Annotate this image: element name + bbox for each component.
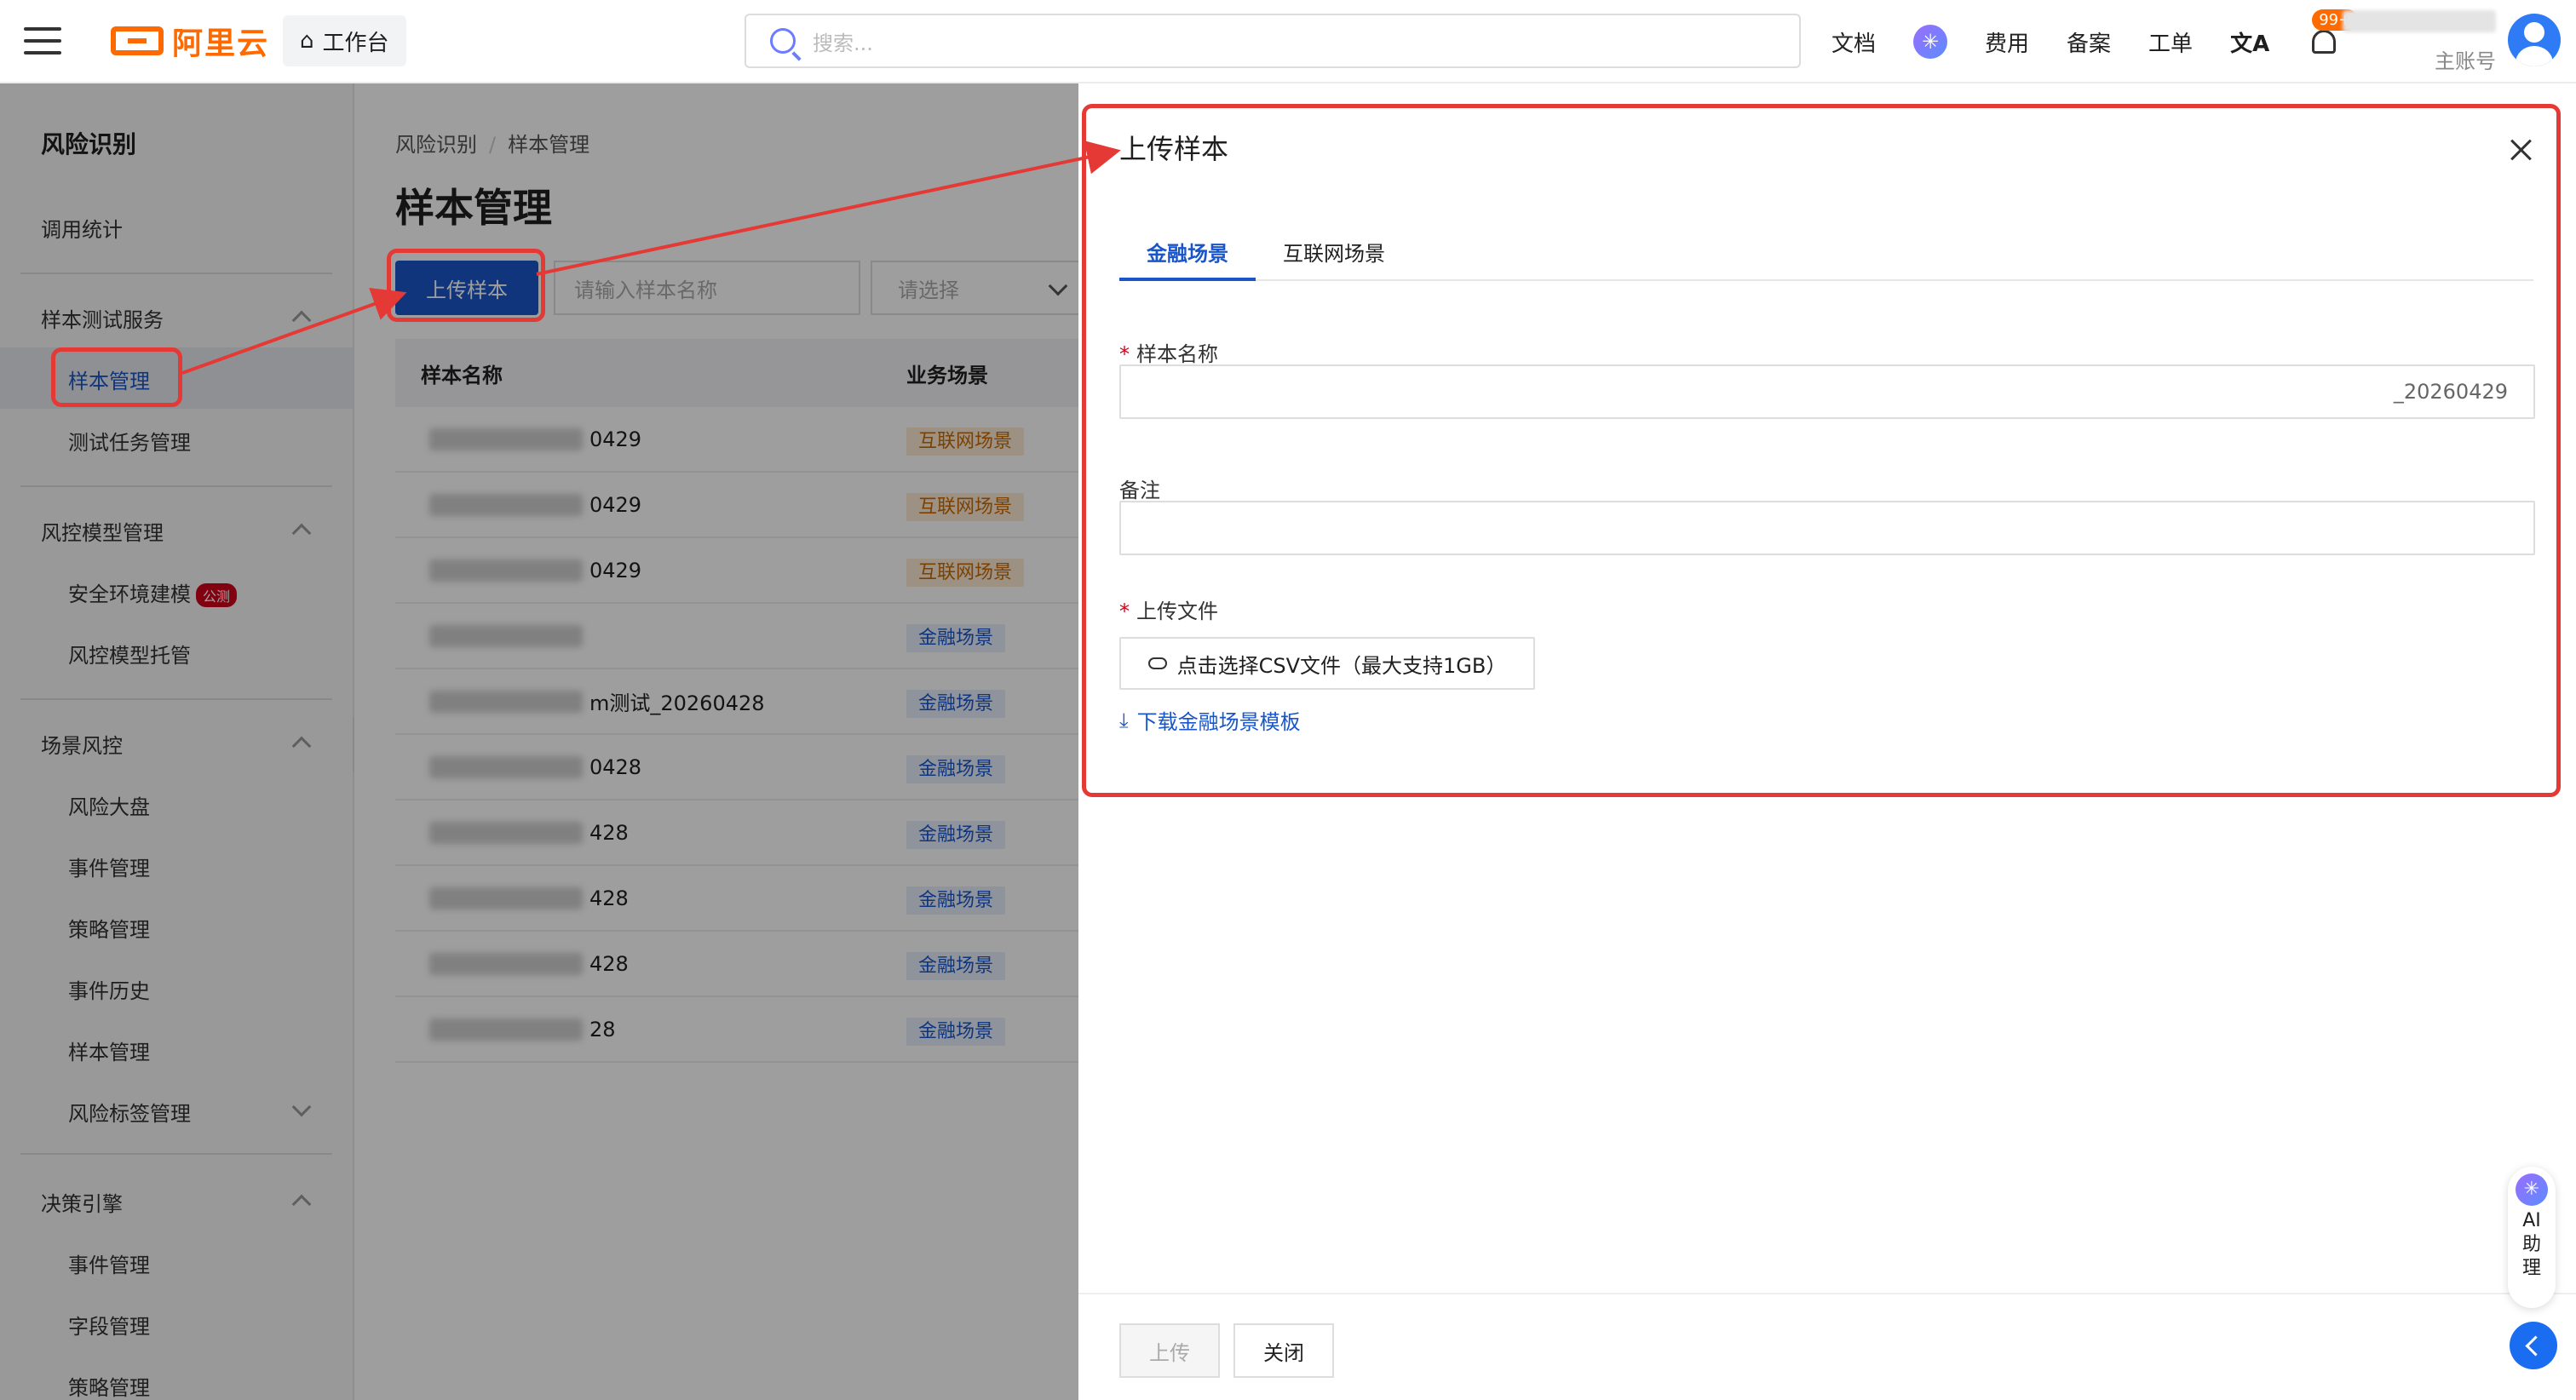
search-icon <box>770 28 796 54</box>
ai-assistant-float[interactable]: ✳ AI 助 理 <box>2508 1167 2556 1308</box>
avatar[interactable] <box>2508 14 2561 66</box>
icp-link[interactable]: 备案 <box>2067 26 2111 58</box>
account-name-redacted <box>2343 10 2496 32</box>
highlight-box-drawer <box>1082 104 2561 797</box>
billing-link[interactable]: 费用 <box>1985 26 2029 58</box>
logo-mark-icon <box>111 26 164 55</box>
ai-label-line: 助 <box>2521 1234 2541 1255</box>
highlight-box-sidebar <box>51 347 182 407</box>
account-type: 主账号 <box>2435 49 2496 73</box>
highlight-box-upload-button <box>387 249 545 322</box>
docs-link[interactable]: 文档 <box>1831 26 1876 58</box>
top-bar: 阿里云 ⌂ 工作台 搜索... 文档 ✳ 费用 备案 工单 文A 99+ 主账号 <box>0 0 2576 83</box>
ticket-link[interactable]: 工单 <box>2148 26 2193 58</box>
top-links: 文档 ✳ 费用 备案 工单 文A 99+ <box>1831 0 2378 83</box>
workbench-label: 工作台 <box>322 30 389 56</box>
aliyun-logo[interactable]: 阿里云 <box>111 20 269 61</box>
search-placeholder: 搜索... <box>813 31 873 55</box>
search-input[interactable]: 搜索... <box>745 14 1801 68</box>
collapse-float-button[interactable] <box>2510 1322 2557 1369</box>
submit-upload-button[interactable]: 上传 <box>1119 1323 1220 1378</box>
ai-assistant-icon: ✳ <box>2516 1173 2548 1206</box>
language-icon[interactable]: 文A <box>2230 26 2269 58</box>
ai-assistant-icon[interactable]: ✳ <box>1913 25 1948 59</box>
ai-label-line: AI <box>2522 1210 2541 1231</box>
home-icon: ⌂ <box>300 28 314 54</box>
workbench-button[interactable]: ⌂ 工作台 <box>283 15 406 66</box>
account-info[interactable]: 主账号 <box>2334 10 2496 74</box>
menu-icon[interactable] <box>24 24 61 58</box>
ai-label-line: 理 <box>2521 1258 2541 1279</box>
close-button[interactable]: 关闭 <box>1233 1323 1334 1378</box>
logo-text: 阿里云 <box>172 26 270 61</box>
drawer-footer: 上传 关闭 <box>1078 1293 2576 1400</box>
